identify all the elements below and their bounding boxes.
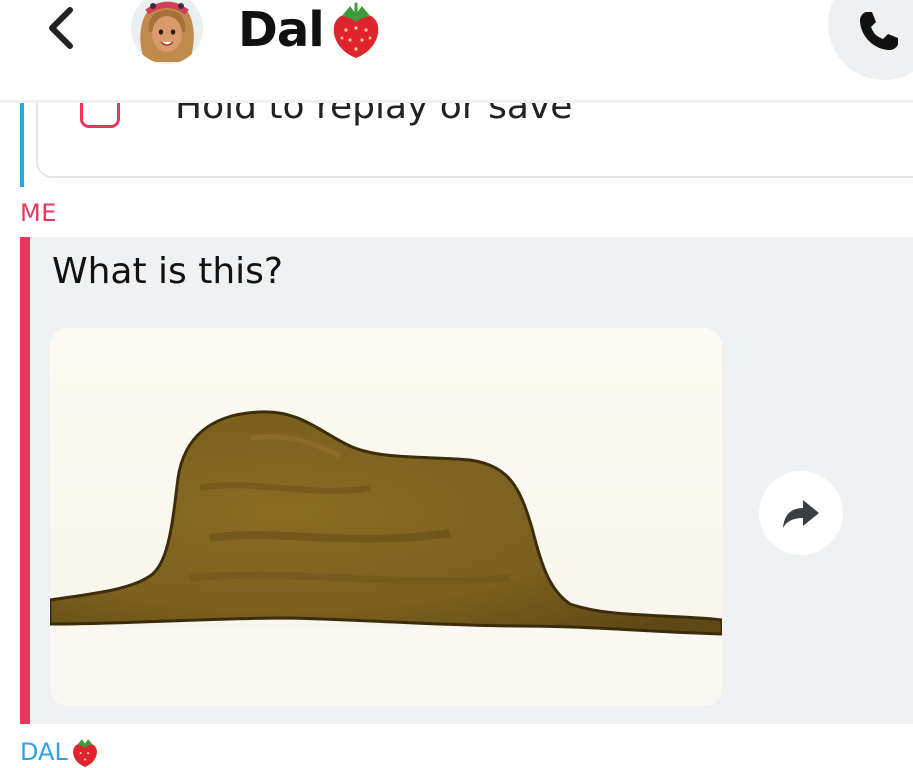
sender-label-me: ME xyxy=(20,199,57,227)
chat-header: Dal xyxy=(0,0,913,100)
strawberry-emoji-icon xyxy=(333,2,378,58)
contact-name: Dal xyxy=(238,2,325,58)
share-arrow-icon xyxy=(783,500,819,528)
me-accent-bar xyxy=(20,237,30,724)
avatar[interactable] xyxy=(131,0,203,64)
shared-image[interactable] xyxy=(50,328,722,706)
snap-square-icon xyxy=(80,100,120,128)
chevron-left-icon xyxy=(49,7,73,49)
hat-drawing-image xyxy=(50,328,722,706)
back-button[interactable] xyxy=(40,6,84,50)
call-button[interactable] xyxy=(828,0,913,80)
friend-accent-bar xyxy=(20,100,24,187)
header-divider xyxy=(0,100,913,103)
strawberry-emoji-icon xyxy=(72,739,97,767)
contact-title[interactable]: Dal xyxy=(238,0,384,60)
phone-icon xyxy=(860,12,898,50)
sender-label-friend: DAL xyxy=(20,736,100,768)
forward-button[interactable] xyxy=(759,471,843,555)
bitmoji-avatar-icon xyxy=(131,0,203,64)
message-text[interactable]: What is this? xyxy=(52,251,283,292)
